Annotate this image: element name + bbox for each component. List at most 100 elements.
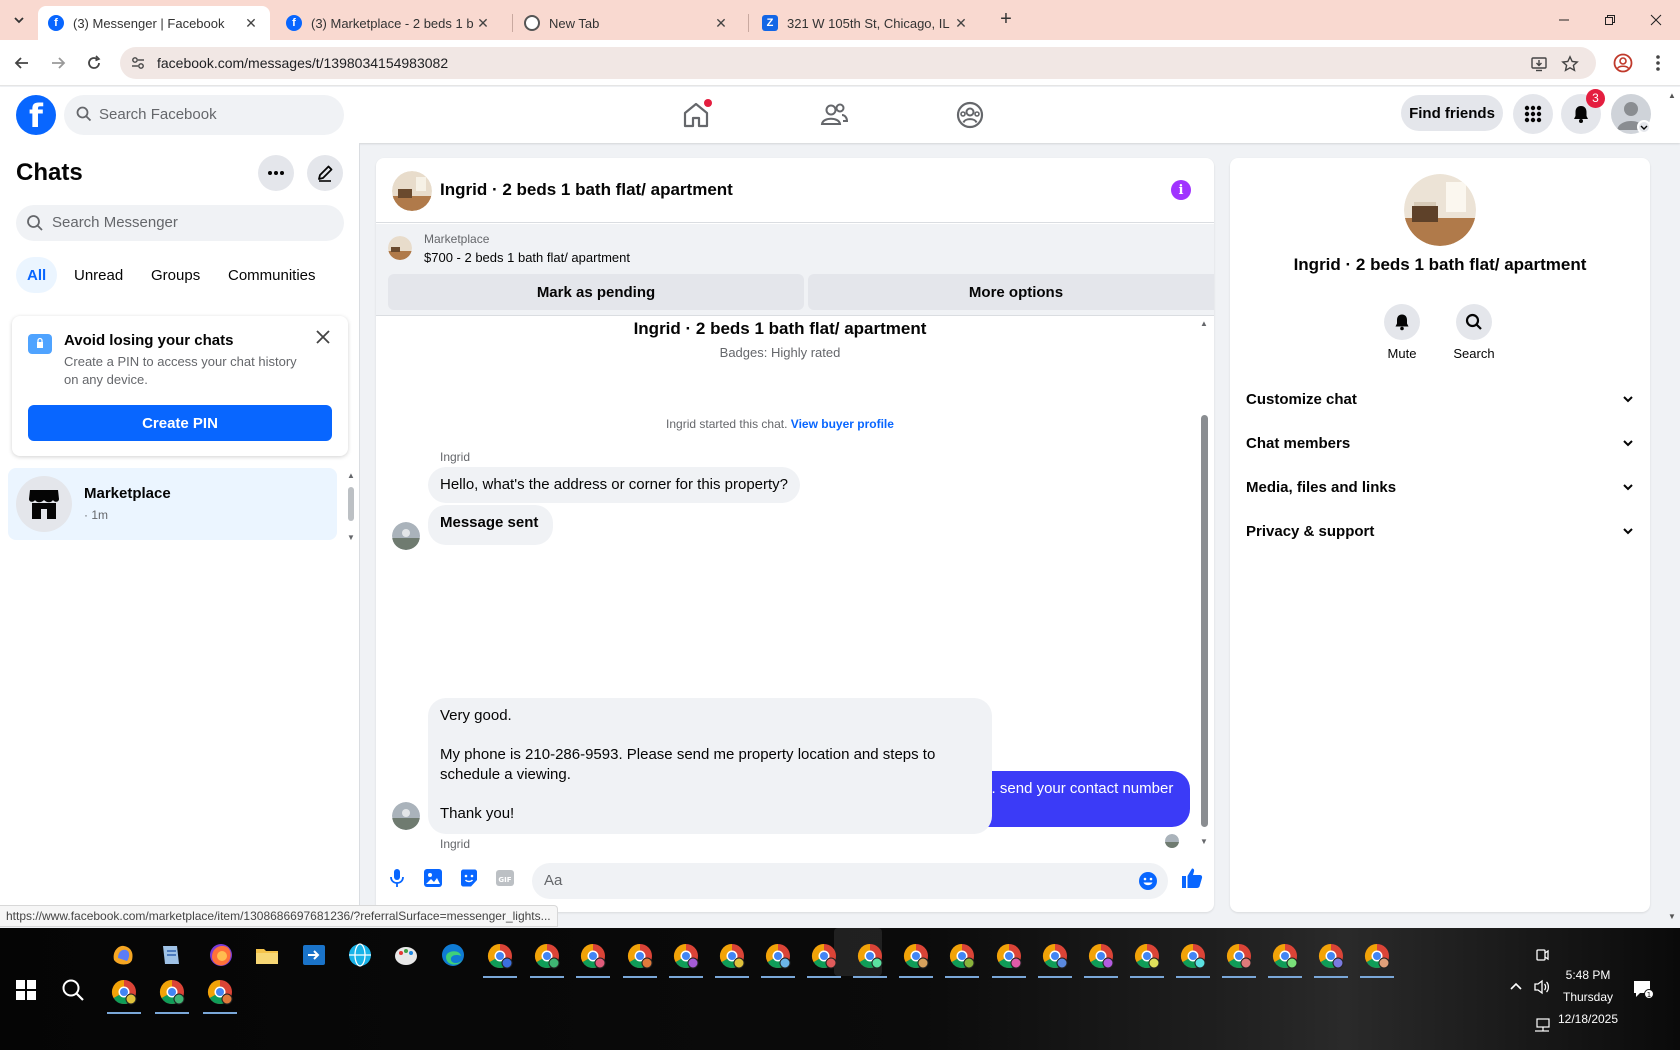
emoji-icon[interactable] <box>1138 871 1158 891</box>
chrome-app-icon[interactable] <box>995 942 1023 970</box>
conversation-title[interactable]: Ingrid · 2 beds 1 bath flat/ apartment <box>440 180 733 200</box>
chrome-app-icon[interactable] <box>672 942 700 970</box>
taskbar-clock[interactable]: 5:48 PM Thursday 12/18/2025 <box>1540 964 1636 1030</box>
tab-marketplace[interactable]: f (3) Marketplace - 2 beds 1 bath ✕ <box>276 6 502 40</box>
tab-zillow[interactable]: Z 321 W 105th St, Chicago, IL 606 ✕ <box>752 6 980 40</box>
facebook-search-input[interactable]: Search Facebook <box>64 95 344 135</box>
gif-icon[interactable]: GIF <box>494 867 516 889</box>
chats-options-button[interactable] <box>258 155 294 191</box>
notepad-app-icon[interactable] <box>158 942 184 968</box>
mark-as-pending-button[interactable]: Mark as pending <box>388 274 804 310</box>
file-explorer-app-icon[interactable] <box>254 942 280 968</box>
filter-groups[interactable]: Groups <box>139 257 212 293</box>
chrome-app-icon[interactable] <box>1133 942 1161 970</box>
back-button[interactable] <box>10 51 34 75</box>
notification-center-icon[interactable]: 1 <box>1632 979 1654 1002</box>
chat-members-section[interactable]: Chat members <box>1246 421 1634 465</box>
more-options-button[interactable]: More options <box>808 274 1214 310</box>
chrome-app-icon[interactable] <box>1179 942 1207 970</box>
page-scroll-up-arrow-icon[interactable]: ▲ <box>1668 91 1676 100</box>
listing-title[interactable]: $700 - 2 beds 1 bath flat/ apartment <box>424 250 630 265</box>
bookmark-star-icon[interactable] <box>1561 55 1579 73</box>
search-action[interactable]: Search <box>1439 304 1509 361</box>
chrome-app-icon[interactable] <box>579 942 607 970</box>
chrome-app-icon[interactable] <box>206 978 234 1006</box>
scrollbar-thumb[interactable] <box>348 487 354 521</box>
facebook-logo-icon[interactable]: f <box>16 95 56 135</box>
globe-app-icon[interactable] <box>347 942 373 968</box>
chrome-app-icon[interactable] <box>158 978 186 1006</box>
chrome-app-icon[interactable] <box>1363 942 1391 970</box>
photo-icon[interactable] <box>422 867 444 889</box>
customize-chat-section[interactable]: Customize chat <box>1246 377 1634 421</box>
close-tab-icon[interactable]: ✕ <box>242 15 260 32</box>
edge-app-icon[interactable] <box>440 942 466 968</box>
listing-avatar-large[interactable] <box>1404 174 1476 246</box>
chrome-app-icon[interactable] <box>764 942 792 970</box>
scroll-up-arrow-icon[interactable]: ▲ <box>347 471 355 480</box>
firefox-app-icon[interactable] <box>208 942 234 968</box>
chrome-app-icon[interactable] <box>856 942 884 970</box>
thread-scrollbar[interactable]: ▲ ▼ <box>1198 317 1210 847</box>
filter-all[interactable]: All <box>16 257 58 293</box>
chrome-app-icon[interactable] <box>486 942 514 970</box>
groups-icon[interactable] <box>954 99 986 131</box>
new-message-button[interactable] <box>307 155 343 191</box>
close-icon[interactable] <box>316 328 330 349</box>
menu-button[interactable] <box>1513 94 1553 134</box>
close-tab-icon[interactable]: ✕ <box>712 15 730 32</box>
privacy-support-section[interactable]: Privacy & support <box>1246 509 1634 553</box>
friends-icon[interactable] <box>818 99 850 131</box>
chrome-app-icon[interactable] <box>1041 942 1069 970</box>
create-pin-button[interactable]: Create PIN <box>28 405 332 441</box>
restore-button[interactable] <box>1586 0 1634 40</box>
account-chevron-icon[interactable] <box>1637 120 1651 134</box>
chrome-app-icon[interactable] <box>810 942 838 970</box>
close-window-button[interactable] <box>1632 0 1680 40</box>
chrome-app-icon[interactable] <box>1271 942 1299 970</box>
view-buyer-profile-link[interactable]: View buyer profile <box>791 417 894 431</box>
chrome-app-icon[interactable] <box>1225 942 1253 970</box>
page-scroll-down-arrow-icon[interactable]: ▼ <box>1668 912 1676 921</box>
chevron-up-icon[interactable] <box>1509 980 1523 997</box>
chrome-app-icon[interactable] <box>718 942 746 970</box>
more-vertical-icon[interactable] <box>1647 52 1669 74</box>
url-text[interactable]: facebook.com/messages/t/1398034154983082 <box>157 55 448 71</box>
filter-unread[interactable]: Unread <box>62 257 135 293</box>
scrollbar-thumb[interactable] <box>1201 415 1208 827</box>
listing-thumbnail[interactable] <box>388 236 412 260</box>
media-files-links-section[interactable]: Media, files and links <box>1246 465 1634 509</box>
tab-search-dropdown[interactable] <box>6 8 32 32</box>
site-info-icon[interactable] <box>130 55 146 71</box>
thumbs-up-icon[interactable] <box>1180 866 1204 890</box>
messenger-search-input[interactable]: Search Messenger <box>16 205 344 241</box>
chrome-app-icon[interactable] <box>626 942 654 970</box>
scroll-up-arrow-icon[interactable]: ▲ <box>1200 319 1208 328</box>
close-tab-icon[interactable]: ✕ <box>474 15 492 32</box>
mute-action[interactable]: Mute <box>1367 304 1437 361</box>
incoming-message[interactable]: Very good. My phone is 210-286-9593. Ple… <box>428 698 992 834</box>
copilot-app-icon[interactable] <box>110 942 136 968</box>
chrome-app-icon[interactable] <box>1087 942 1115 970</box>
chat-list-item[interactable]: Marketplace · 1m <box>8 468 337 540</box>
chrome-app-icon[interactable] <box>1317 942 1345 970</box>
profile-icon[interactable] <box>1612 52 1634 74</box>
reload-button[interactable] <box>82 51 106 75</box>
forward-button[interactable] <box>46 51 70 75</box>
chrome-app-icon[interactable] <box>902 942 930 970</box>
incoming-message[interactable]: Hello, what's the address or corner for … <box>428 467 801 503</box>
tab-messenger[interactable]: f (3) Messenger | Facebook ✕ <box>38 6 270 40</box>
chrome-app-icon[interactable] <box>110 978 138 1006</box>
sender-avatar[interactable] <box>392 802 420 830</box>
find-friends-button[interactable]: Find friends <box>1401 95 1503 131</box>
incoming-message[interactable]: Message sent <box>428 505 554 545</box>
minimize-button[interactable] <box>1540 0 1588 40</box>
install-app-icon[interactable] <box>1530 55 1548 73</box>
search-icon[interactable] <box>1456 304 1492 340</box>
microphone-icon[interactable] <box>386 867 408 889</box>
info-icon[interactable]: i <box>1171 180 1191 200</box>
volume-icon[interactable] <box>1533 979 1551 998</box>
new-tab-button[interactable]: + <box>994 8 1018 32</box>
close-tab-icon[interactable]: ✕ <box>952 15 970 32</box>
tab-new-tab[interactable]: New Tab ✕ <box>514 6 740 40</box>
